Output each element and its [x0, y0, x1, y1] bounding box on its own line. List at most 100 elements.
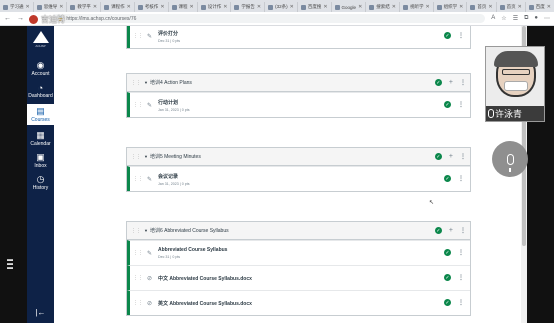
translate-icon[interactable]: A	[491, 15, 495, 22]
close-tab-icon[interactable]: ✕	[323, 4, 327, 10]
drag-handle-icon[interactable]: ⋮⋮	[131, 228, 141, 234]
module-item-title[interactable]: 中文 Abbreviated Course Syllabus.docx	[158, 275, 252, 282]
browser-tab[interactable]: 视听学 ✕	[400, 2, 434, 12]
browser-tab[interactable]: 思维导 ✕	[34, 2, 68, 12]
close-tab-icon[interactable]: ✕	[488, 4, 492, 10]
published-check-icon[interactable]: ✓	[444, 101, 451, 108]
close-tab-icon[interactable]: ✕	[358, 4, 362, 10]
published-check-icon[interactable]: ✓	[444, 175, 451, 182]
list-lines-icon[interactable]: ▬ ▬ ▬	[7, 257, 13, 271]
participant-video-tile[interactable]: 许泳青	[485, 46, 545, 122]
browser-tab[interactable]: 课程 ✕	[169, 2, 198, 12]
close-tab-icon[interactable]: ✕	[425, 4, 429, 10]
bookmark-icon[interactable]: ☆	[501, 15, 506, 22]
browser-tab[interactable]: 考核作 ✕	[135, 2, 169, 12]
item-menu-icon[interactable]: ⋮	[458, 175, 464, 182]
item-menu-icon[interactable]: ⋮	[458, 249, 464, 256]
item-menu-icon[interactable]: ⋮	[458, 274, 464, 281]
close-tab-icon[interactable]: ✕	[127, 4, 131, 10]
module-item-title[interactable]: 会议记录	[158, 173, 190, 180]
published-check-icon[interactable]: ✓	[444, 299, 451, 306]
published-check-icon[interactable]: ✓	[434, 79, 442, 86]
module-item[interactable]: ⋮⋮ ✎ 行动计划 Jan 31, 2023 | 0 pts ✓ ⋮	[127, 92, 470, 117]
url-field[interactable]: 🔒 https://lms.achsp.cn/courses/76	[52, 14, 486, 23]
close-tab-icon[interactable]: ✕	[257, 4, 261, 10]
close-tab-icon[interactable]: ✕	[160, 4, 164, 10]
close-tab-icon[interactable]: ✕	[290, 4, 294, 10]
item-menu-icon[interactable]: ⋮	[458, 101, 464, 108]
close-tab-icon[interactable]: ✕	[93, 4, 97, 10]
nav-history[interactable]: ◷ History	[27, 174, 54, 191]
module-item[interactable]: ⋮⋮ ✎ Abbreviated Course Syllabus Dec 31 …	[127, 240, 470, 265]
close-tab-icon[interactable]: ✕	[59, 4, 63, 10]
published-check-icon[interactable]: ✓	[434, 153, 442, 160]
back-icon[interactable]: ←	[4, 15, 11, 22]
collapse-caret-icon[interactable]: ▼	[144, 80, 148, 85]
close-tab-icon[interactable]: ✕	[518, 4, 522, 10]
module-item[interactable]: ⋮⋮ ✎ 会议记录 Jan 31, 2023 | 0 pts ✓ ⋮	[127, 166, 470, 191]
browser-tab[interactable]: 组织学 ✕	[434, 2, 468, 12]
drag-handle-icon[interactable]: ⋮⋮	[131, 80, 141, 86]
module-item[interactable]: ⋮⋮ ⊘ 英文 Abbreviated Course Syllabus.docx…	[127, 290, 470, 315]
add-item-icon[interactable]: +	[449, 153, 453, 160]
add-item-icon[interactable]: +	[449, 227, 453, 234]
nav-inbox[interactable]: ▣ Inbox	[27, 152, 54, 169]
browser-tab[interactable]: 百度 ✕	[526, 2, 554, 12]
close-tab-icon[interactable]: ✕	[459, 4, 463, 10]
published-check-icon[interactable]: ✓	[444, 32, 451, 39]
drag-handle-icon[interactable]: ⋮⋮	[133, 176, 143, 182]
favorites-icon[interactable]: ☰	[513, 15, 518, 22]
collections-icon[interactable]: ⧉	[524, 15, 528, 22]
module-item-title[interactable]: 评价打分	[158, 30, 180, 37]
drag-handle-icon[interactable]: ⋮⋮	[133, 102, 143, 108]
collapse-caret-icon[interactable]: ▼	[144, 154, 148, 159]
collapse-caret-icon[interactable]: ▼	[144, 228, 148, 233]
item-menu-icon[interactable]: ⋮	[458, 299, 464, 306]
browser-tab[interactable]: 教学平 ✕	[67, 2, 102, 12]
add-item-icon[interactable]: +	[449, 79, 453, 86]
module-item[interactable]: ⋮⋮ ⊘ 中文 Abbreviated Course Syllabus.docx…	[127, 265, 470, 290]
browser-tab[interactable]: 学报告 ✕	[231, 2, 266, 12]
browser-tab[interactable]: 百度搜 ✕	[298, 2, 332, 12]
module-menu-icon[interactable]: ⋮	[460, 79, 466, 86]
module-item-title[interactable]: Abbreviated Course Syllabus	[158, 247, 227, 253]
drag-handle-icon[interactable]: ⋮⋮	[133, 300, 143, 306]
nav-courses[interactable]: ▤ Courses	[27, 104, 54, 125]
drag-handle-icon[interactable]: ⋮⋮	[133, 250, 143, 256]
module-header[interactable]: ⋮⋮ ▼ 培训6 Abbreviated Course Syllabus ✓ +…	[127, 222, 470, 240]
nav-calendar[interactable]: ▦ Calendar	[27, 130, 54, 147]
profile-icon[interactable]: ●	[534, 15, 538, 22]
nav-dashboard[interactable]: ◔ Dashboard	[27, 82, 54, 100]
item-menu-icon[interactable]: ⋮	[458, 32, 464, 39]
menu-icon[interactable]: ⋯	[544, 15, 550, 22]
browser-tab[interactable]: 学习通 ✕	[0, 2, 34, 12]
module-menu-icon[interactable]: ⋮	[460, 153, 466, 160]
browser-tab[interactable]: (32条) ✕	[265, 2, 298, 12]
browser-tab[interactable]: Google ✕	[332, 2, 367, 12]
close-tab-icon[interactable]: ✕	[26, 4, 30, 10]
drag-handle-icon[interactable]: ⋮⋮	[133, 33, 143, 39]
institution-logo[interactable]: ACHSP	[31, 31, 51, 55]
module-item[interactable]: ⋮⋮ ✎ 评价打分 Dec 31 | 0 pts ✓ ⋮	[127, 26, 470, 48]
forward-icon[interactable]: →	[17, 15, 24, 22]
module-header[interactable]: ⋮⋮ ▼ 培训5 Meeting Minutes ✓ + ⋮	[127, 148, 470, 166]
close-tab-icon[interactable]: ✕	[223, 4, 227, 10]
browser-tab[interactable]: 首页 ✕	[467, 2, 497, 12]
module-header[interactable]: ⋮⋮ ▼ 培训4 Action Plans ✓ + ⋮	[127, 74, 470, 92]
collapse-nav-icon[interactable]: |←	[35, 308, 45, 317]
nav-account[interactable]: ◉ Account	[27, 60, 54, 77]
published-check-icon[interactable]: ✓	[434, 227, 442, 234]
drag-handle-icon[interactable]: ⋮⋮	[131, 154, 141, 160]
module-item-title[interactable]: 英文 Abbreviated Course Syllabus.docx	[158, 300, 252, 307]
close-tab-icon[interactable]: ✕	[392, 4, 396, 10]
drag-handle-icon[interactable]: ⋮⋮	[133, 275, 143, 281]
browser-tab[interactable]: 设计作 ✕	[198, 2, 232, 12]
browser-tab[interactable]: 课程作 ✕	[101, 2, 135, 12]
mute-microphone-button[interactable]	[492, 141, 528, 177]
browser-tab[interactable]: 搜索结 ✕	[366, 2, 400, 12]
close-tab-icon[interactable]: ✕	[547, 4, 551, 10]
published-check-icon[interactable]: ✓	[444, 274, 451, 281]
module-item-title[interactable]: 行动计划	[158, 99, 190, 106]
browser-tab[interactable]: 首页 ✕	[497, 2, 526, 12]
module-menu-icon[interactable]: ⋮	[460, 227, 466, 234]
